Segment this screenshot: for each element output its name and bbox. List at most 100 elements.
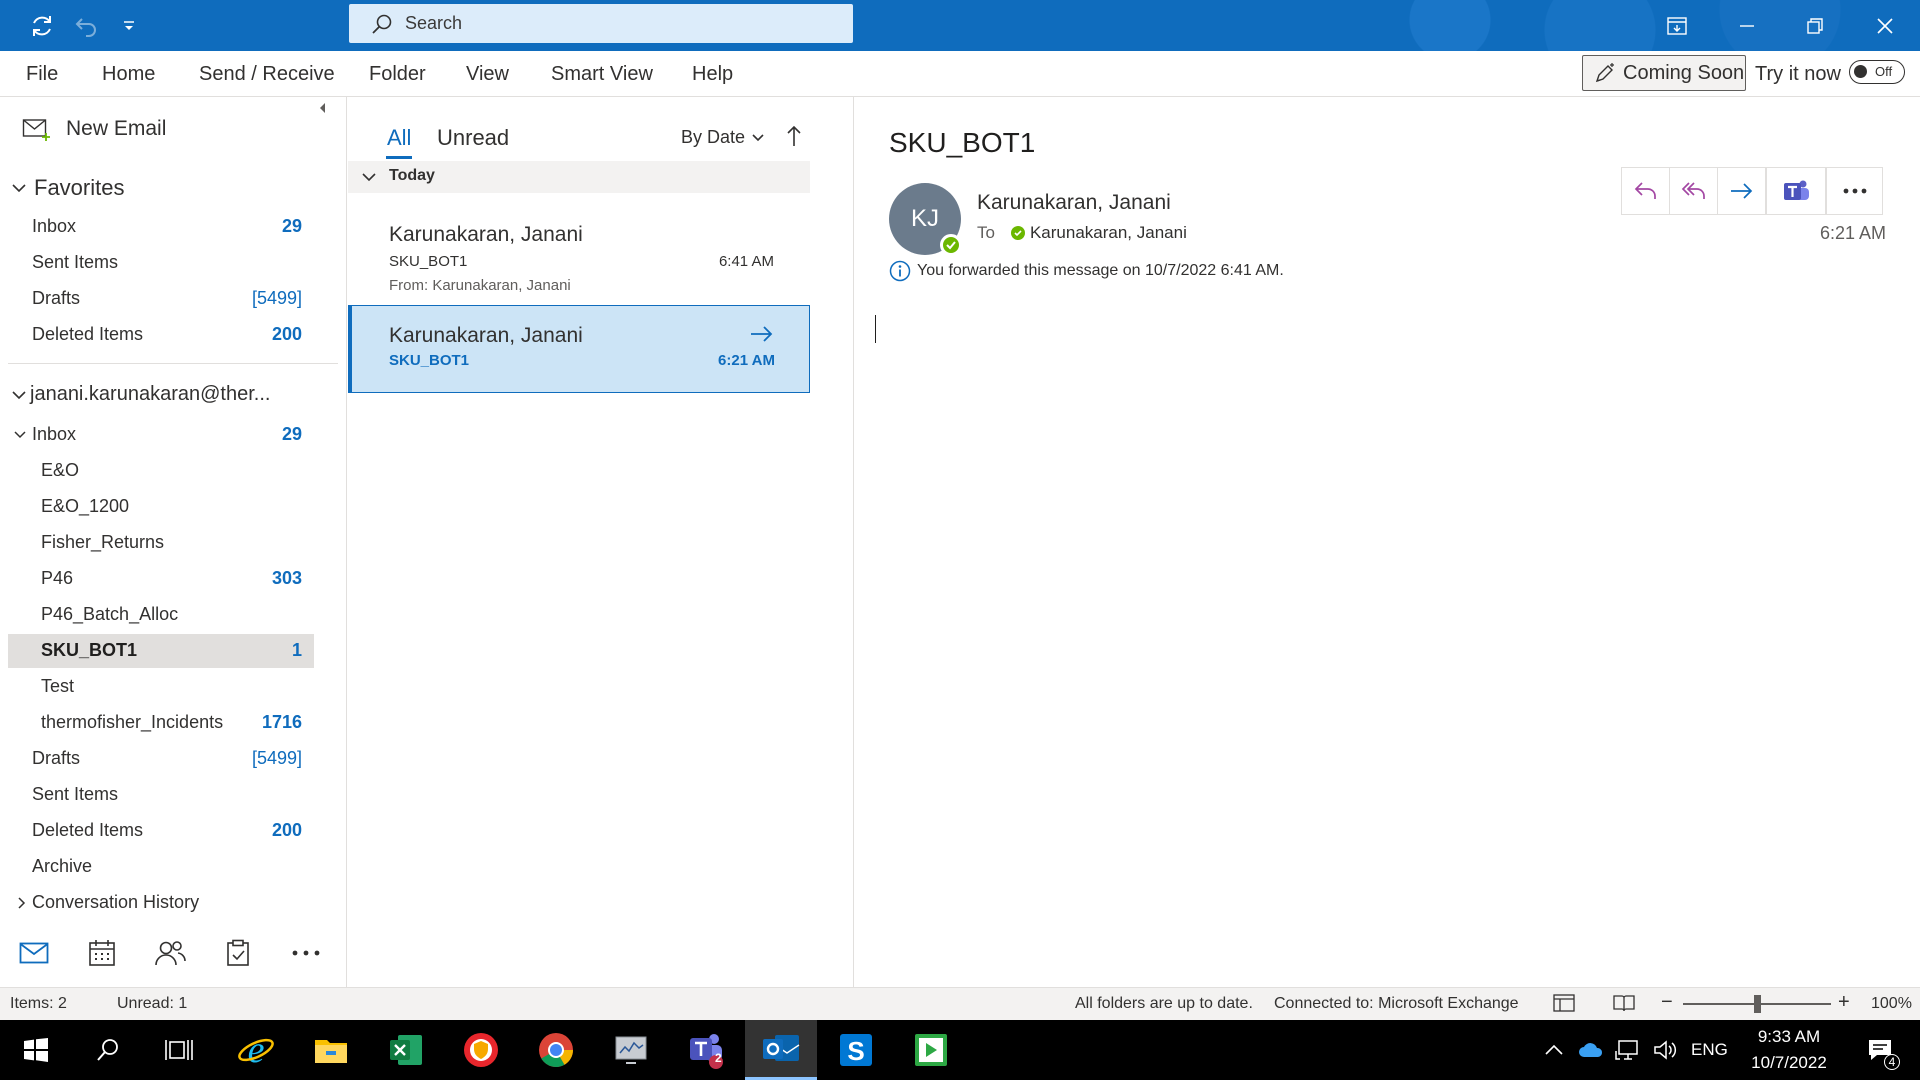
start-button[interactable] xyxy=(0,1020,72,1080)
filter-unread-tab[interactable]: Unread xyxy=(437,125,509,151)
status-bar: Items: 2 Unread: 1 All folders are up to… xyxy=(0,987,1920,1020)
group-header-today[interactable]: Today xyxy=(348,161,810,193)
tab-folder[interactable]: Folder xyxy=(369,63,426,86)
folder-test[interactable]: Test xyxy=(8,670,314,704)
sort-by-dropdown[interactable]: By Date xyxy=(681,127,765,148)
teams-app[interactable]: 2 xyxy=(670,1020,742,1080)
collapse-pane-button[interactable] xyxy=(316,101,336,121)
zoom-level[interactable]: 100% xyxy=(1871,995,1912,1013)
calendar-module-button[interactable] xyxy=(82,933,122,973)
clock-date: 10/7/2022 xyxy=(1751,1053,1827,1072)
media-player-app[interactable] xyxy=(895,1020,967,1080)
new-outlook-toggle[interactable]: Off xyxy=(1849,60,1905,84)
s-app-icon: S xyxy=(840,1034,872,1066)
folder-eo[interactable]: E&O xyxy=(8,454,314,488)
info-bar: You forwarded this message on 10/7/2022 … xyxy=(889,260,1284,282)
zoom-out-button[interactable]: − xyxy=(1661,991,1673,1014)
tab-home[interactable]: Home xyxy=(102,63,155,86)
folder-p46-batch-alloc[interactable]: P46_Batch_Alloc xyxy=(8,598,314,632)
folder-p46[interactable]: P46 303 xyxy=(8,562,314,596)
clock[interactable]: 9:33 AM 10/7/2022 xyxy=(1744,1024,1834,1076)
new-email-button[interactable]: New Email xyxy=(22,113,166,145)
favorite-inbox[interactable]: Inbox 29 xyxy=(8,210,314,244)
tab-file[interactable]: File xyxy=(26,63,58,86)
excel-app[interactable] xyxy=(370,1020,442,1080)
restore-icon[interactable] xyxy=(1792,0,1838,51)
message-sender: Karunakaran, Janani xyxy=(389,324,583,347)
tab-send-receive[interactable]: Send / Receive xyxy=(199,63,335,86)
message-item[interactable]: Karunakaran, Janani SKU_BOT1 6:41 AM Fro… xyxy=(348,207,810,303)
skype-app[interactable]: S xyxy=(820,1020,892,1080)
folder-archive[interactable]: Archive xyxy=(8,850,314,884)
show-hidden-icons-button[interactable] xyxy=(1544,1020,1564,1080)
reply-button[interactable] xyxy=(1622,168,1670,214)
sync-icon[interactable] xyxy=(22,0,62,51)
people-module-button[interactable] xyxy=(150,933,190,973)
zoom-slider-thumb[interactable] xyxy=(1754,995,1761,1013)
account-name: janani.karunakaran@ther... xyxy=(30,383,271,405)
folder-sent-items[interactable]: Sent Items xyxy=(8,778,314,812)
chevron-down-icon xyxy=(362,171,376,183)
toggle-knob xyxy=(1854,65,1867,78)
folder-thermofisher-incidents[interactable]: thermofisher_Incidents 1716 xyxy=(8,706,314,740)
chrome-icon xyxy=(539,1033,573,1067)
favorite-deleted-items[interactable]: Deleted Items 200 xyxy=(8,318,314,352)
favorite-drafts[interactable]: Drafts [5499] xyxy=(8,282,314,316)
folder-inbox[interactable]: Inbox 29 xyxy=(8,418,314,452)
tab-smart-view[interactable]: Smart View xyxy=(551,63,653,86)
unread-count: 1 xyxy=(291,640,302,660)
folder-fisher-returns[interactable]: Fisher_Returns xyxy=(8,526,314,560)
reading-view-button[interactable] xyxy=(1613,993,1637,1015)
message-received-time: 6:21 AM xyxy=(1819,223,1886,243)
account-header[interactable]: janani.karunakaran@ther... xyxy=(12,383,270,406)
undo-icon[interactable] xyxy=(66,0,106,51)
minimize-icon[interactable] xyxy=(1724,0,1770,51)
zoom-in-button[interactable]: + xyxy=(1838,991,1850,1014)
search-input[interactable]: Search xyxy=(349,4,853,43)
chrome-app[interactable] xyxy=(520,1020,592,1080)
search-taskbar-button[interactable] xyxy=(72,1020,144,1080)
task-view-button[interactable] xyxy=(143,1020,215,1080)
tab-view[interactable]: View xyxy=(466,63,509,86)
tasks-module-button[interactable] xyxy=(218,933,258,973)
file-explorer-app[interactable] xyxy=(295,1020,367,1080)
mail-module-button[interactable] xyxy=(14,933,54,973)
filter-all-tab[interactable]: All xyxy=(387,125,411,151)
vpn-app[interactable] xyxy=(445,1020,517,1080)
network-icon[interactable] xyxy=(1615,1020,1641,1080)
outlook-app[interactable] xyxy=(745,1020,817,1080)
message-list: All Unread By Date Today Karunakaran, Ja… xyxy=(348,97,854,987)
sort-direction-button[interactable] xyxy=(786,125,806,149)
ribbon-display-icon[interactable] xyxy=(1654,0,1700,51)
recipient-name[interactable]: Karunakaran, Janani xyxy=(1030,223,1187,243)
monitor-app[interactable] xyxy=(595,1020,667,1080)
customize-qat-icon[interactable] xyxy=(112,0,146,51)
internet-explorer-app[interactable]: e xyxy=(220,1020,292,1080)
message-item-selected[interactable]: Karunakaran, Janani SKU_BOT1 6:21 AM xyxy=(348,305,810,393)
teams-share-button[interactable] xyxy=(1766,168,1826,214)
folder-eo-1200[interactable]: E&O_1200 xyxy=(8,490,314,524)
folder-name: SKU_BOT1 xyxy=(41,640,138,660)
folder-sku-bot1[interactable]: SKU_BOT1 1 xyxy=(8,634,314,668)
forward-button[interactable] xyxy=(1718,168,1766,214)
volume-icon[interactable] xyxy=(1653,1020,1679,1080)
more-actions-button[interactable] xyxy=(1826,168,1882,214)
more-modules-button[interactable] xyxy=(286,933,326,973)
folder-deleted-items[interactable]: Deleted Items 200 xyxy=(8,814,314,848)
unread-count: 200 xyxy=(271,324,302,344)
favorite-sent-items[interactable]: Sent Items xyxy=(8,246,314,280)
tab-help[interactable]: Help xyxy=(692,63,733,86)
coming-soon-button[interactable]: Coming Soon xyxy=(1582,55,1746,91)
onedrive-icon[interactable] xyxy=(1578,1020,1604,1080)
close-icon[interactable] xyxy=(1862,0,1908,51)
ribbon-tabs: File Home Send / Receive Folder View Sma… xyxy=(0,51,1920,97)
zoom-slider[interactable] xyxy=(1683,995,1831,1013)
folder-drafts[interactable]: Drafts [5499] xyxy=(8,742,314,776)
notifications-button[interactable]: 4 xyxy=(1858,1020,1902,1080)
favorites-header[interactable]: Favorites xyxy=(12,175,124,201)
sender-name[interactable]: Karunakaran, Janani xyxy=(977,191,1171,215)
recipients-row: To Karunakaran, Janani xyxy=(977,223,1187,243)
normal-view-button[interactable] xyxy=(1553,993,1577,1015)
input-language[interactable]: ENG xyxy=(1691,1020,1728,1080)
reply-all-button[interactable] xyxy=(1670,168,1718,214)
